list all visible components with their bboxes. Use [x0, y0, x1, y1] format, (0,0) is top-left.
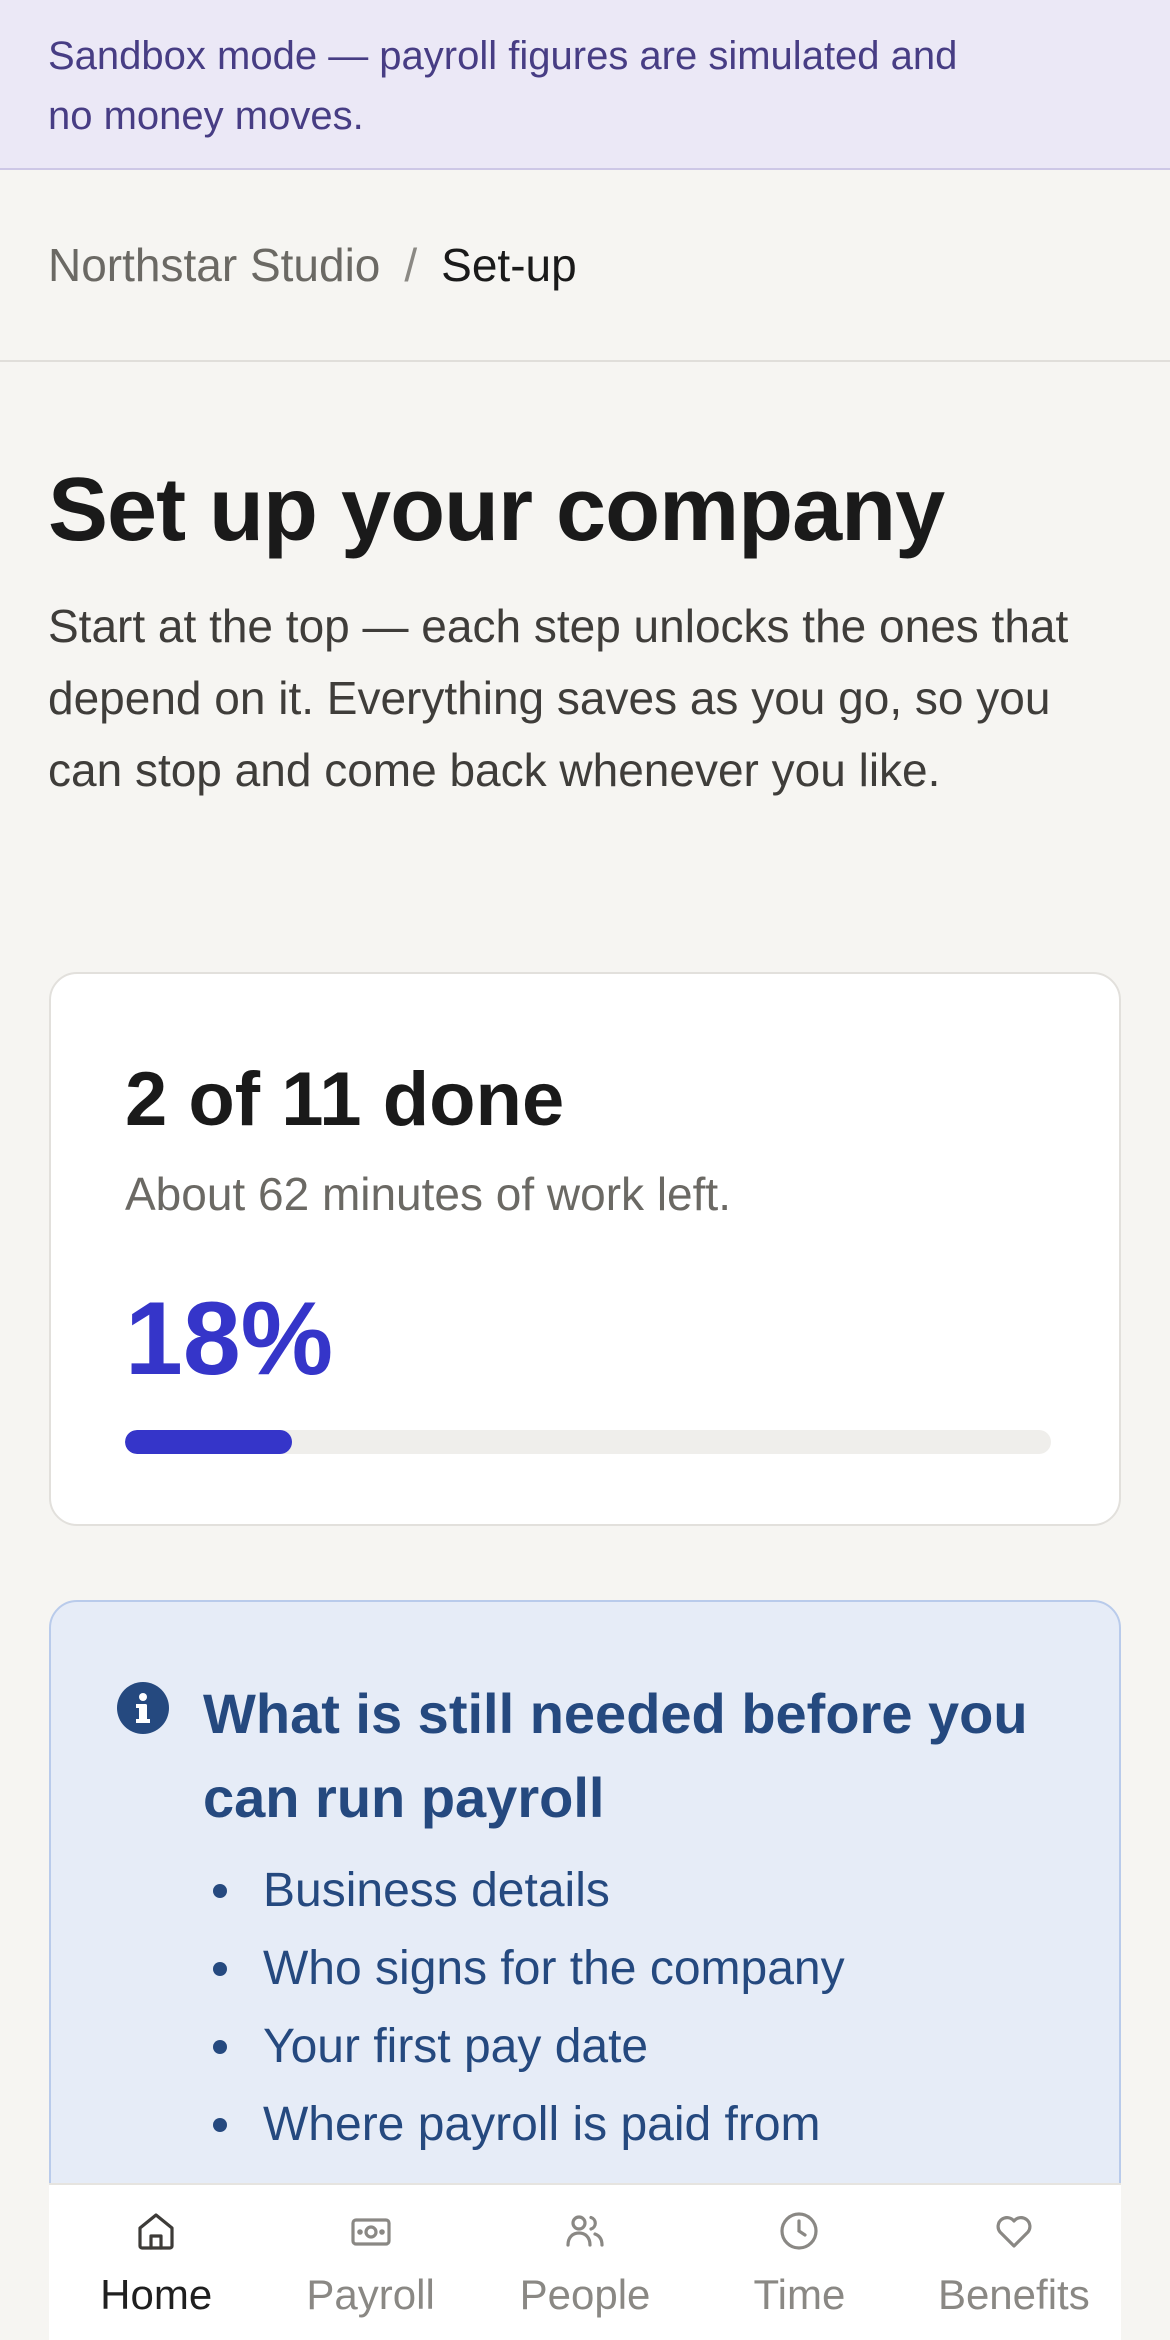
clock-icon [780, 2212, 819, 2250]
requirement-label: Who signs for the company [263, 1942, 845, 1995]
bullet-dot [213, 2040, 227, 2054]
nav-label-benefits: Benefits [937, 2271, 1090, 2318]
breadcrumb-company-link[interactable]: Northstar Studio [48, 238, 380, 292]
list-item: Where payroll is paid from [203, 2086, 1083, 2164]
requirement-label: Business details [263, 1864, 610, 1917]
nav-item-payroll[interactable]: Payroll [263, 2185, 477, 2340]
nav-label-time: Time [753, 2271, 846, 2318]
nav-label-home: Home [100, 2271, 213, 2318]
progress-bar-track [125, 1430, 1051, 1454]
nav-item-people[interactable]: People [478, 2185, 692, 2340]
progress-bar-fill [125, 1430, 292, 1454]
nav-item-time[interactable]: Time [692, 2185, 906, 2340]
heart-icon [996, 2216, 1032, 2248]
banknote-icon [351, 2218, 391, 2246]
nav-label-payroll: Payroll [306, 2271, 435, 2318]
nav-item-home[interactable]: Home [49, 2185, 263, 2340]
page-intro: Start at the top — each step unlocks the… [48, 600, 1069, 796]
sandbox-banner: Sandbox mode — payroll figures are simul… [0, 0, 1170, 170]
list-item: Business details [203, 1852, 1083, 1930]
list-item: Who signs for the company [203, 1930, 1083, 2008]
sandbox-banner-text-line1: Sandbox mode — payroll figures are simul… [48, 34, 958, 78]
list-item: Your first pay date [203, 2008, 1083, 2086]
nav-item-benefits[interactable]: Benefits [907, 2185, 1121, 2340]
progress-count: 2 of 11 done [125, 1057, 565, 1142]
requirements-list: Business details Who signs for the compa… [203, 1852, 1083, 2164]
breadcrumb-current: Set-up [441, 239, 577, 291]
requirement-label: Where payroll is paid from [263, 2098, 821, 2151]
requirement-label: Your first pay date [263, 2020, 649, 2073]
page-title: Set up your company [48, 460, 945, 560]
bullet-dot [213, 1884, 227, 1898]
breadcrumb-separator: / [404, 239, 418, 291]
home-icon [138, 2213, 174, 2250]
progress-time-remaining: About 62 minutes of work left. [125, 1168, 731, 1220]
sandbox-banner-text-line2: no money moves. [48, 94, 364, 138]
bottom-nav: Home Payroll People Time Benefits [49, 2183, 1121, 2340]
progress-card: 2 of 11 done About 62 minutes of work le… [49, 972, 1121, 1526]
nav-label-people: People [519, 2271, 651, 2318]
breadcrumb: Northstar Studio / Set-up [0, 170, 1170, 362]
people-icon [566, 2215, 604, 2247]
info-icon [117, 1682, 169, 1734]
progress-percent: 18% [125, 1281, 334, 1397]
bullet-dot [213, 2118, 227, 2132]
callout-heading: What is still needed before you can run … [203, 1682, 1028, 1829]
bullet-dot [213, 1962, 227, 1976]
